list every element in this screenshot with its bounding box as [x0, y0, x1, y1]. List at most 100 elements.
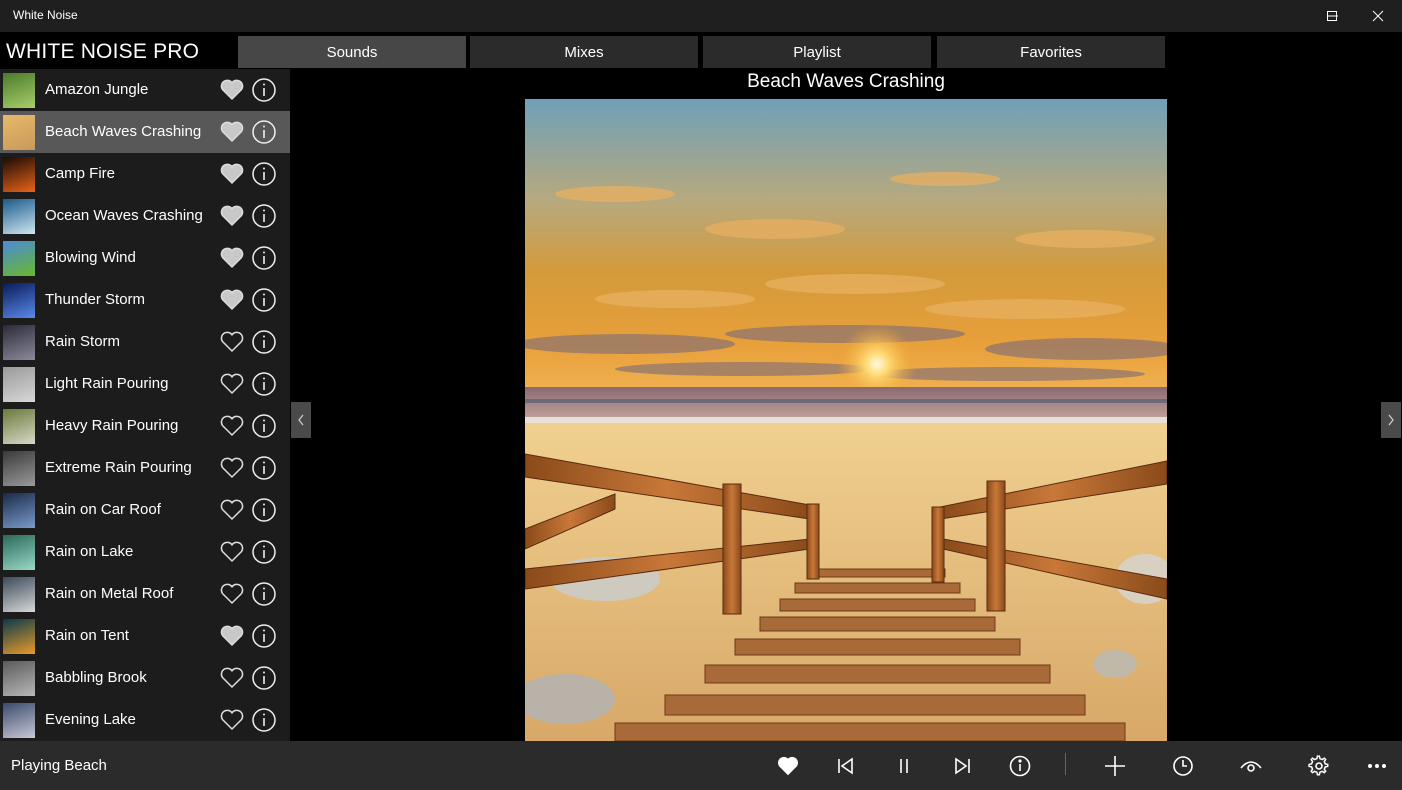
sound-thumbnail: [3, 619, 35, 654]
info-icon[interactable]: [251, 539, 277, 565]
timer-button[interactable]: [1169, 752, 1197, 780]
sound-thumbnail: [3, 703, 35, 738]
heart-icon[interactable]: [219, 162, 245, 186]
favorite-button[interactable]: [774, 752, 802, 780]
settings-button[interactable]: [1305, 752, 1333, 780]
heart-icon[interactable]: [219, 414, 245, 438]
clock-icon: [1173, 756, 1193, 776]
add-button[interactable]: [1101, 752, 1129, 780]
sound-item[interactable]: Rain on Car Roof: [0, 489, 290, 531]
playback-status: Playing Beach: [11, 757, 107, 774]
info-icon[interactable]: [251, 413, 277, 439]
heart-icon[interactable]: [219, 330, 245, 354]
gear-icon: [1308, 755, 1329, 776]
info-icon[interactable]: [251, 329, 277, 355]
heart-icon[interactable]: [219, 246, 245, 270]
sound-item-label: Blowing Wind: [45, 249, 136, 266]
heart-icon[interactable]: [219, 582, 245, 606]
sound-item[interactable]: Blowing Wind: [0, 237, 290, 279]
maximize-button[interactable]: [1309, 0, 1355, 32]
sound-item[interactable]: Rain on Lake: [0, 531, 290, 573]
maximize-icon: [1327, 11, 1337, 21]
heart-icon[interactable]: [219, 372, 245, 396]
close-button[interactable]: [1355, 0, 1401, 32]
more-button[interactable]: [1363, 752, 1391, 780]
sound-thumbnail: [3, 577, 35, 612]
sound-item[interactable]: Rain on Tent: [0, 615, 290, 657]
sound-item[interactable]: Amazon Jungle: [0, 69, 290, 111]
sounds-list: Amazon Jungle Beach Waves Crashing Camp Fi…: [0, 69, 290, 741]
sound-item-label: Beach Waves Crashing: [45, 123, 202, 140]
pause-button[interactable]: [890, 752, 918, 780]
next-button[interactable]: [948, 752, 976, 780]
toolbar-separator: [1065, 753, 1066, 775]
sound-item[interactable]: Rain Storm: [0, 321, 290, 363]
info-icon[interactable]: [251, 623, 277, 649]
bottom-app-bar: Playing Beach: [0, 741, 1402, 790]
sound-item-label: Rain on Lake: [45, 543, 134, 560]
tab-mixes[interactable]: Mixes: [470, 36, 698, 68]
tab-sounds[interactable]: Sounds: [238, 36, 466, 68]
eye-icon: [1240, 761, 1262, 772]
info-button[interactable]: [1006, 752, 1034, 780]
tab-playlist[interactable]: Playlist: [703, 36, 931, 68]
info-icon[interactable]: [251, 77, 277, 103]
next-image-button[interactable]: [1381, 402, 1401, 438]
heart-icon[interactable]: [219, 540, 245, 564]
now-showing-title: Beach Waves Crashing: [747, 71, 945, 92]
sound-item-label: Thunder Storm: [45, 291, 146, 308]
sound-item[interactable]: Rain on Metal Roof: [0, 573, 290, 615]
sound-item[interactable]: Ocean Waves Crashing: [0, 195, 290, 237]
sound-thumbnail: [3, 367, 35, 402]
info-icon[interactable]: [251, 119, 277, 145]
sound-item-label: Light Rain Pouring: [45, 375, 169, 392]
sound-item-label: Rain on Car Roof: [45, 501, 161, 518]
sound-item[interactable]: Evening Lake: [0, 699, 290, 741]
heart-icon[interactable]: [219, 666, 245, 690]
sound-item-label: Babbling Brook: [45, 669, 147, 686]
sound-item[interactable]: Babbling Brook: [0, 657, 290, 699]
chevron-right-icon: [1388, 414, 1394, 426]
tab-favorites[interactable]: Favorites: [937, 36, 1165, 68]
heart-icon[interactable]: [219, 204, 245, 228]
sound-item-label: Rain on Tent: [45, 627, 129, 644]
sound-thumbnail: [3, 73, 35, 108]
sound-item[interactable]: Camp Fire: [0, 153, 290, 195]
heart-icon[interactable]: [219, 624, 245, 648]
sound-thumbnail: [3, 325, 35, 360]
sound-thumbnail: [3, 409, 35, 444]
info-icon[interactable]: [251, 581, 277, 607]
heart-icon[interactable]: [219, 120, 245, 144]
info-icon[interactable]: [251, 497, 277, 523]
previous-button[interactable]: [832, 752, 860, 780]
heart-icon[interactable]: [219, 708, 245, 732]
heart-icon[interactable]: [219, 456, 245, 480]
info-icon[interactable]: [251, 245, 277, 271]
sound-item[interactable]: Extreme Rain Pouring: [0, 447, 290, 489]
info-icon[interactable]: [251, 161, 277, 187]
heart-icon[interactable]: [219, 498, 245, 522]
heart-icon[interactable]: [219, 78, 245, 102]
info-icon[interactable]: [251, 371, 277, 397]
sound-item-label: Evening Lake: [45, 711, 136, 728]
sound-item-label: Rain Storm: [45, 333, 121, 350]
sound-item-label: Amazon Jungle: [45, 81, 149, 98]
info-icon[interactable]: [251, 287, 277, 313]
view-button[interactable]: [1237, 752, 1265, 780]
heart-icon[interactable]: [219, 288, 245, 312]
info-icon[interactable]: [251, 707, 277, 733]
skip-previous-icon: [838, 757, 853, 775]
sound-thumbnail: [3, 535, 35, 570]
info-icon[interactable]: [251, 455, 277, 481]
info-icon[interactable]: [251, 203, 277, 229]
sound-item[interactable]: Light Rain Pouring: [0, 363, 290, 405]
sound-item[interactable]: Thunder Storm: [0, 279, 290, 321]
sound-thumbnail: [3, 661, 35, 696]
sound-thumbnail: [3, 283, 35, 318]
sound-item[interactable]: Heavy Rain Pouring: [0, 405, 290, 447]
sound-thumbnail: [3, 157, 35, 192]
previous-image-button[interactable]: [291, 402, 311, 438]
sound-thumbnail: [3, 115, 35, 150]
sound-item[interactable]: Beach Waves Crashing: [0, 111, 290, 153]
info-icon[interactable]: [251, 665, 277, 691]
